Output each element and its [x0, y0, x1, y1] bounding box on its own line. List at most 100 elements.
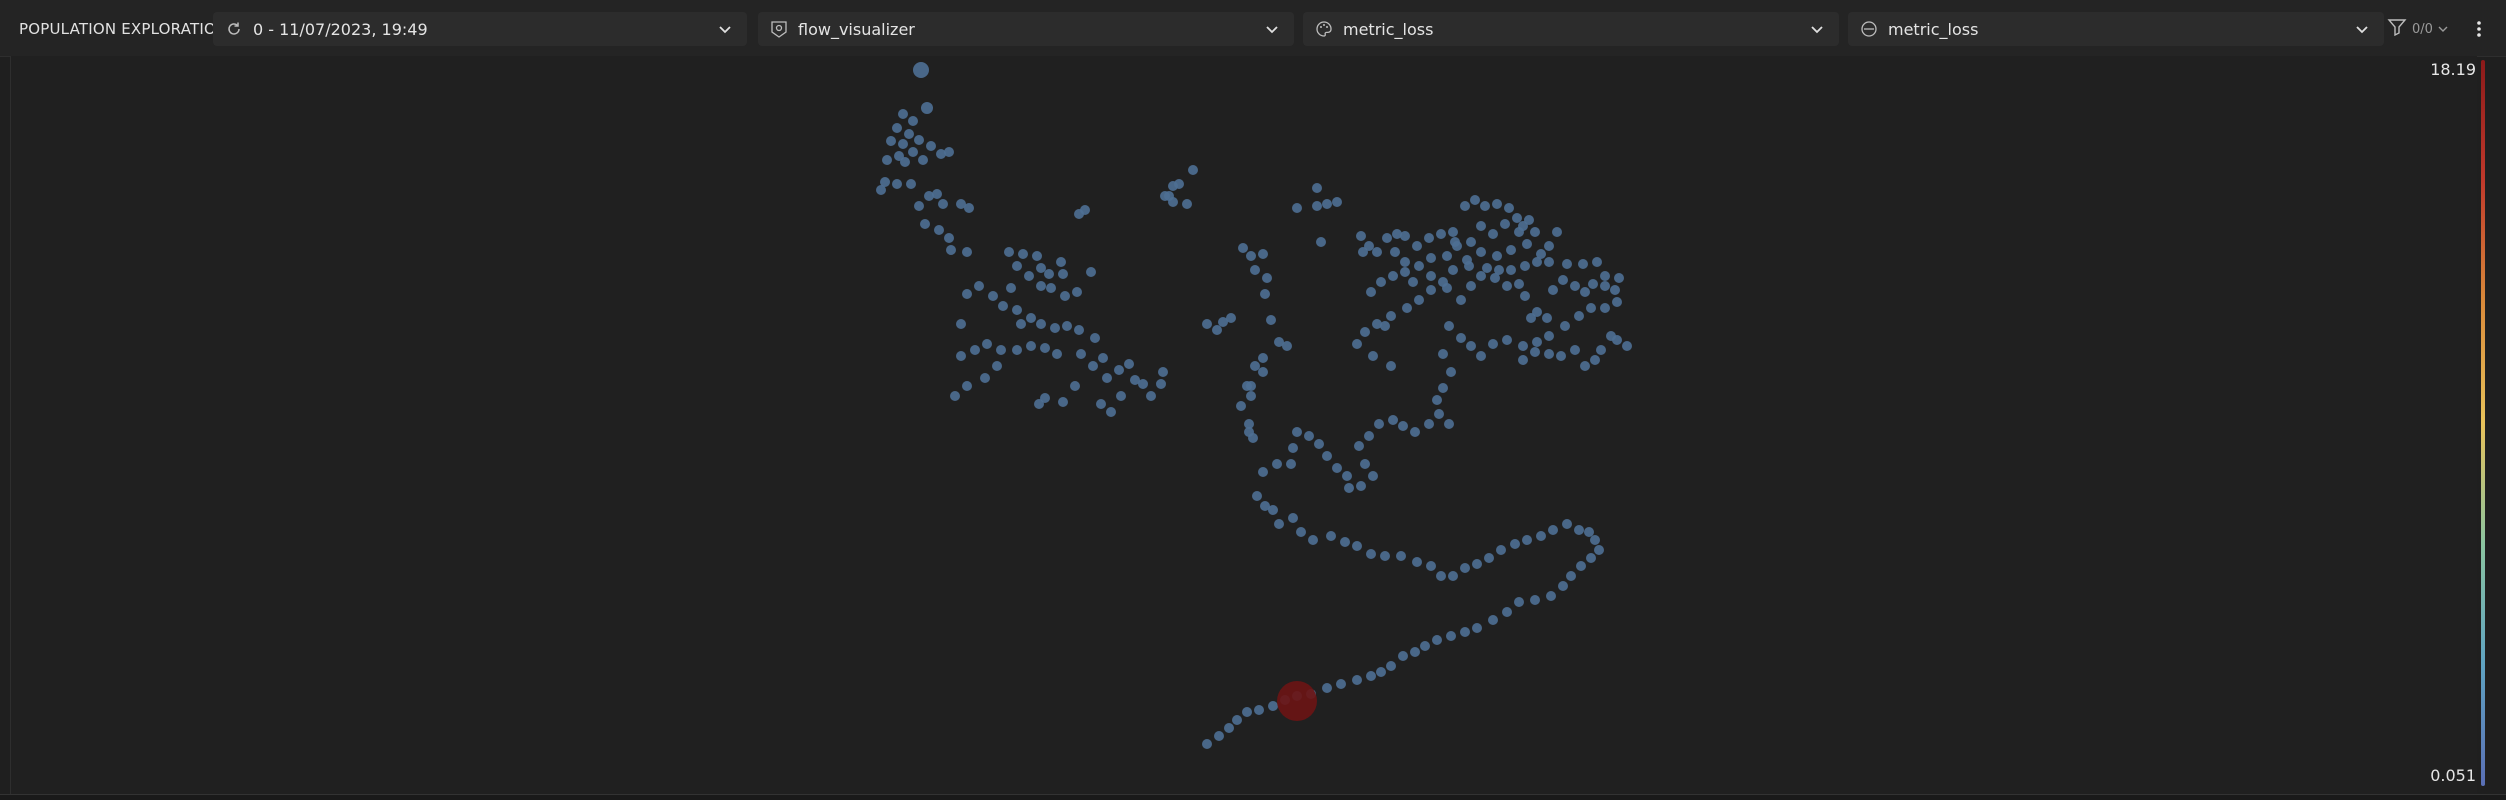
scatter-point[interactable] — [1026, 313, 1036, 323]
scatter-point[interactable] — [1482, 263, 1492, 273]
scatter-point[interactable] — [1040, 393, 1050, 403]
scatter-point[interactable] — [892, 123, 902, 133]
scatter-point[interactable] — [898, 139, 908, 149]
scatter-point[interactable] — [1168, 181, 1178, 191]
scatter-point[interactable] — [1446, 631, 1456, 641]
scatter-point[interactable] — [1396, 551, 1406, 561]
scatter-point[interactable] — [1322, 199, 1332, 209]
scatter-point[interactable] — [1476, 247, 1486, 257]
scatter-point[interactable] — [1448, 571, 1458, 581]
scatter-point[interactable] — [1342, 471, 1352, 481]
scatter-point[interactable] — [1090, 333, 1100, 343]
scatter-point[interactable] — [1388, 415, 1398, 425]
scatter-point[interactable] — [1360, 327, 1370, 337]
scatter-point[interactable] — [1400, 267, 1410, 277]
scatter-point[interactable] — [1436, 229, 1446, 239]
scatter-point[interactable] — [1288, 513, 1298, 523]
scatter-point[interactable] — [1494, 265, 1504, 275]
scatter-point[interactable] — [1116, 391, 1126, 401]
scatter-point[interactable] — [1246, 251, 1256, 261]
scatter-point[interactable] — [1542, 313, 1552, 323]
scatter-point[interactable] — [1442, 283, 1452, 293]
scatter-point[interactable] — [1492, 251, 1502, 261]
scatter-point[interactable] — [932, 189, 942, 199]
scatter-point[interactable] — [1488, 339, 1498, 349]
scatter-point[interactable] — [1492, 199, 1502, 209]
scatter-point[interactable] — [1530, 347, 1540, 357]
scatter-point[interactable] — [1366, 671, 1376, 681]
scatter-point[interactable] — [1214, 731, 1224, 741]
scatter-point[interactable] — [1260, 289, 1270, 299]
scatter-point[interactable] — [1046, 283, 1056, 293]
scatter-point[interactable] — [1432, 395, 1442, 405]
scatter-point[interactable] — [886, 136, 896, 146]
scatter-point[interactable] — [1414, 295, 1424, 305]
scatter-point[interactable] — [1586, 303, 1596, 313]
scatter-point[interactable] — [898, 109, 908, 119]
scatter-point[interactable] — [1052, 349, 1062, 359]
scatter-point[interactable] — [1374, 419, 1384, 429]
scatter-point[interactable] — [1426, 285, 1436, 295]
scatter-point[interactable] — [1496, 545, 1506, 555]
scatter-point[interactable] — [1410, 427, 1420, 437]
scatter-point[interactable] — [1502, 335, 1512, 345]
scatter-point[interactable] — [1558, 275, 1568, 285]
scatter-point[interactable] — [1168, 197, 1178, 207]
scatter-point[interactable] — [892, 179, 902, 189]
scatter-point[interactable] — [1308, 535, 1318, 545]
scatter-point[interactable] — [964, 203, 974, 213]
scatter-point[interactable] — [1518, 355, 1528, 365]
scatter-point[interactable] — [1224, 723, 1234, 733]
scatter-point[interactable] — [1426, 253, 1436, 263]
scatter-point[interactable] — [1460, 627, 1470, 637]
scatter-point[interactable] — [1548, 525, 1558, 535]
scatter-point[interactable] — [1366, 549, 1376, 559]
scatter-point[interactable] — [1480, 201, 1490, 211]
scatter-point[interactable] — [1248, 433, 1258, 443]
scatter-point[interactable] — [1410, 647, 1420, 657]
scatter-point[interactable] — [1400, 257, 1410, 267]
scatter-point[interactable] — [1106, 407, 1116, 417]
scatter-point[interactable] — [1026, 341, 1036, 351]
scatter-point[interactable] — [1398, 651, 1408, 661]
scatter-point[interactable] — [1444, 321, 1454, 331]
scatter-point[interactable] — [1288, 443, 1298, 453]
scatter-point[interactable] — [1182, 199, 1192, 209]
scatter-point[interactable] — [1518, 341, 1528, 351]
scatter-point[interactable] — [1390, 247, 1400, 257]
scatter-point[interactable] — [1426, 561, 1436, 571]
scatter-point[interactable] — [1304, 431, 1314, 441]
scatter-point[interactable] — [1566, 571, 1576, 581]
scatter-point[interactable] — [1336, 679, 1346, 689]
scatter-point[interactable] — [882, 155, 892, 165]
scatter-point[interactable] — [1594, 545, 1604, 555]
scatter-point[interactable] — [1202, 319, 1212, 329]
scatter-point[interactable] — [1326, 531, 1336, 541]
scatter-point[interactable] — [1040, 343, 1050, 353]
scatter-point[interactable] — [1574, 311, 1584, 321]
scatter-point[interactable] — [1558, 581, 1568, 591]
scatter-point[interactable] — [1548, 285, 1558, 295]
scatter-point[interactable] — [1076, 349, 1086, 359]
scatter-point[interactable] — [1016, 319, 1026, 329]
scatter-point[interactable] — [1500, 219, 1510, 229]
scatter-point[interactable] — [1096, 399, 1106, 409]
scatter-point[interactable] — [1570, 345, 1580, 355]
scatter-point[interactable] — [998, 301, 1008, 311]
scatter-point[interactable] — [1484, 553, 1494, 563]
scatter-point[interactable] — [1398, 421, 1408, 431]
scatter-point[interactable] — [908, 147, 918, 157]
scatter-point[interactable] — [934, 225, 944, 235]
scatter-point[interactable] — [1526, 313, 1536, 323]
scatter-point[interactable] — [1322, 451, 1332, 461]
scatter-point[interactable] — [1438, 383, 1448, 393]
scatter-point[interactable] — [1502, 607, 1512, 617]
scatter-point[interactable] — [1560, 321, 1570, 331]
scatter-point[interactable] — [1246, 391, 1256, 401]
scatter-point[interactable] — [1530, 227, 1540, 237]
scatter-point[interactable] — [1588, 279, 1598, 289]
scatter-point[interactable] — [1544, 331, 1554, 341]
scatter-point[interactable] — [1070, 381, 1080, 391]
scatter-point[interactable] — [1062, 321, 1072, 331]
scatter-point[interactable] — [1352, 339, 1362, 349]
